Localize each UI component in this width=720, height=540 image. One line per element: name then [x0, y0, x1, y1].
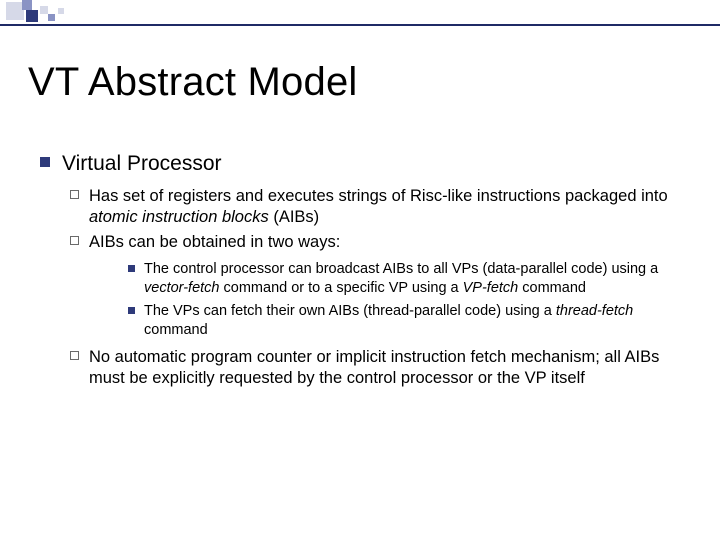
bullet-square-icon — [40, 157, 50, 167]
text-run: Has set of registers and executes string… — [89, 187, 668, 205]
italic-term: atomic instruction blocks — [89, 208, 269, 226]
bullet-square-small-icon — [128, 307, 135, 314]
slide-title: VT Abstract Model — [28, 60, 357, 105]
italic-term: VP-fetch — [463, 280, 519, 296]
italic-term: thread-fetch — [556, 303, 633, 319]
text-run: command — [518, 280, 586, 296]
bullet-square-small-icon — [128, 265, 135, 272]
text-run: (AIBs) — [269, 208, 319, 226]
header-decoration — [0, 0, 720, 28]
bullet-hollow-icon — [70, 351, 79, 360]
level3-text: The VPs can fetch their own AIBs (thread… — [144, 302, 690, 340]
text-run: The VPs can fetch their own AIBs (thread… — [144, 303, 556, 319]
level2-text: Has set of registers and executes string… — [89, 186, 690, 230]
level1-text: Virtual Processor — [62, 150, 222, 178]
level3-text: The control processor can broadcast AIBs… — [144, 260, 690, 298]
text-run: command — [144, 322, 208, 338]
text-run: command or to a specific VP using a — [220, 280, 463, 296]
italic-term: vector-fetch — [144, 280, 220, 296]
bullet-hollow-icon — [70, 190, 79, 199]
text-run: The control processor can broadcast AIBs… — [144, 261, 658, 277]
level2-text: AIBs can be obtained in two ways: — [89, 232, 340, 254]
slide-body: Virtual Processor Has set of registers a… — [40, 150, 690, 400]
level2-text: No automatic program counter or implicit… — [89, 347, 690, 391]
bullet-hollow-icon — [70, 236, 79, 245]
